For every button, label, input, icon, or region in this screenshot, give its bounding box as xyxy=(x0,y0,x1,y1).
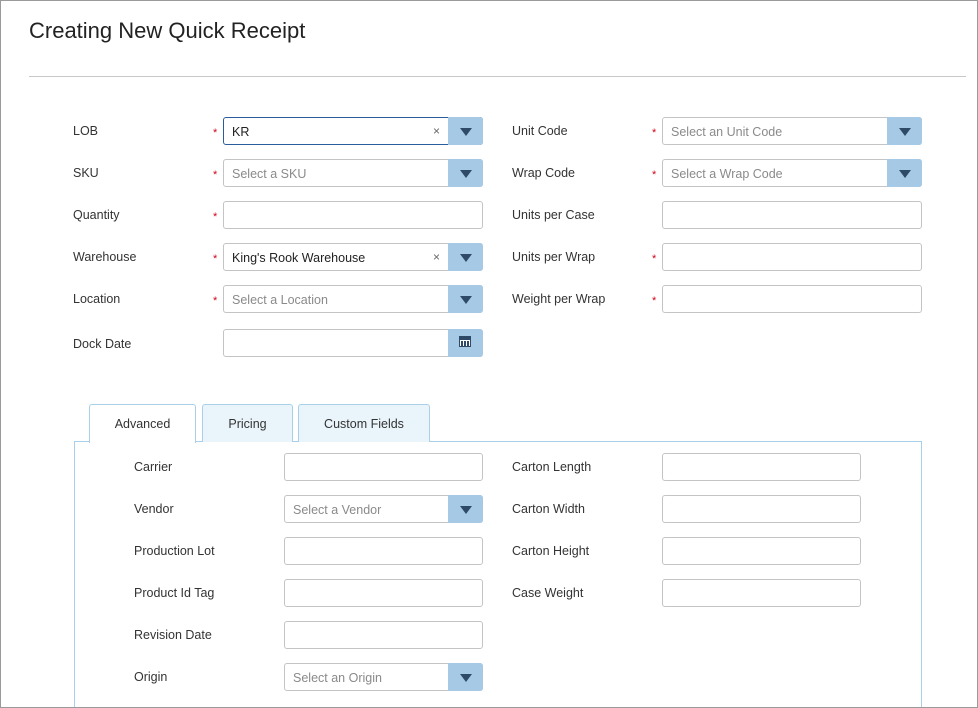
chevron-down-icon xyxy=(460,296,472,304)
lob-dropdown-button[interactable] xyxy=(448,117,483,145)
units-per-wrap-input[interactable] xyxy=(662,243,922,271)
wrap-code-required-mark: * xyxy=(652,169,657,181)
unit-code-placeholder: Select an Unit Code xyxy=(671,125,783,139)
revision-date-input[interactable] xyxy=(284,621,483,649)
carton-height-label: Carton Height xyxy=(512,544,590,558)
quantity-input[interactable] xyxy=(223,201,483,229)
case-weight-input[interactable] xyxy=(662,579,861,607)
warehouse-value: King's Rook Warehouse xyxy=(232,251,366,265)
lob-value: KR xyxy=(232,125,250,139)
dock-date-input[interactable] xyxy=(223,329,483,357)
tab-advanced[interactable]: Advanced xyxy=(89,404,196,443)
carrier-input[interactable] xyxy=(284,453,483,481)
chevron-down-icon xyxy=(460,128,472,136)
wrap-code-label: Wrap Code xyxy=(512,166,575,180)
units-per-wrap-required-mark: * xyxy=(652,253,657,265)
sku-required-mark: * xyxy=(213,169,218,181)
origin-label: Origin xyxy=(134,670,168,684)
dock-date-label: Dock Date xyxy=(73,337,132,351)
units-per-case-input[interactable] xyxy=(662,201,922,229)
carton-length-input[interactable] xyxy=(662,453,861,481)
window: Creating New Quick Receipt LOB * KR × SK… xyxy=(0,0,978,708)
date-picker-button[interactable] xyxy=(448,329,483,357)
lob-select[interactable]: KR × xyxy=(223,117,483,145)
lob-clear-icon[interactable]: × xyxy=(433,124,440,138)
unit-code-required-mark: * xyxy=(652,127,657,139)
quantity-required-mark: * xyxy=(213,211,218,223)
vendor-label: Vendor xyxy=(134,502,174,516)
warehouse-dropdown-button[interactable] xyxy=(448,243,483,271)
carton-height-input[interactable] xyxy=(662,537,861,565)
weight-per-wrap-required-mark: * xyxy=(652,295,657,307)
tab-pricing[interactable]: Pricing xyxy=(202,404,293,442)
location-required-mark: * xyxy=(213,295,218,307)
title-divider xyxy=(29,76,966,77)
origin-select[interactable]: Select an Origin xyxy=(284,663,483,691)
warehouse-clear-icon[interactable]: × xyxy=(433,250,440,264)
location-select[interactable]: Select a Location xyxy=(223,285,483,313)
vendor-select[interactable]: Select a Vendor xyxy=(284,495,483,523)
warehouse-select[interactable]: King's Rook Warehouse × xyxy=(223,243,483,271)
lob-label: LOB xyxy=(73,124,99,138)
wrap-code-select[interactable]: Select a Wrap Code xyxy=(662,159,922,187)
origin-placeholder: Select an Origin xyxy=(293,671,382,685)
sku-placeholder: Select a SKU xyxy=(232,167,307,181)
unit-code-label: Unit Code xyxy=(512,124,568,138)
warehouse-label: Warehouse xyxy=(73,250,137,264)
carton-width-label: Carton Width xyxy=(512,502,585,516)
origin-dropdown-button[interactable] xyxy=(448,663,483,691)
sku-label: SKU xyxy=(73,166,99,180)
production-lot-input[interactable] xyxy=(284,537,483,565)
chevron-down-icon xyxy=(460,170,472,178)
weight-per-wrap-label: Weight per Wrap xyxy=(512,292,606,306)
product-id-tag-input[interactable] xyxy=(284,579,483,607)
production-lot-label: Production Lot xyxy=(134,544,215,558)
chevron-down-icon xyxy=(899,128,911,136)
carrier-label: Carrier xyxy=(134,460,173,474)
vendor-placeholder: Select a Vendor xyxy=(293,503,382,517)
sku-dropdown-button[interactable] xyxy=(448,159,483,187)
case-weight-label: Case Weight xyxy=(512,586,584,600)
weight-per-wrap-input[interactable] xyxy=(662,285,922,313)
product-id-tag-label: Product Id Tag xyxy=(134,586,215,600)
revision-date-label: Revision Date xyxy=(134,628,212,642)
chevron-down-icon xyxy=(460,674,472,682)
unit-code-dropdown-button[interactable] xyxy=(887,117,922,145)
lob-required-mark: * xyxy=(213,127,218,139)
chevron-down-icon xyxy=(460,254,472,262)
wrap-code-placeholder: Select a Wrap Code xyxy=(671,167,783,181)
vendor-dropdown-button[interactable] xyxy=(448,495,483,523)
tab-custom-fields[interactable]: Custom Fields xyxy=(298,404,430,442)
location-dropdown-button[interactable] xyxy=(448,285,483,313)
units-per-case-label: Units per Case xyxy=(512,208,595,222)
location-placeholder: Select a Location xyxy=(232,293,328,307)
chevron-down-icon xyxy=(460,506,472,514)
location-label: Location xyxy=(73,292,121,306)
carton-length-label: Carton Length xyxy=(512,460,592,474)
chevron-down-icon xyxy=(899,170,911,178)
calendar-icon xyxy=(459,336,471,347)
unit-code-select[interactable]: Select an Unit Code xyxy=(662,117,922,145)
carton-width-input[interactable] xyxy=(662,495,861,523)
quantity-label: Quantity xyxy=(73,208,120,222)
units-per-wrap-label: Units per Wrap xyxy=(512,250,596,264)
page-title: Creating New Quick Receipt xyxy=(29,18,306,43)
warehouse-required-mark: * xyxy=(213,253,218,265)
advanced-tab-panel xyxy=(74,441,922,707)
wrap-code-dropdown-button[interactable] xyxy=(887,159,922,187)
sku-select[interactable]: Select a SKU xyxy=(223,159,483,187)
